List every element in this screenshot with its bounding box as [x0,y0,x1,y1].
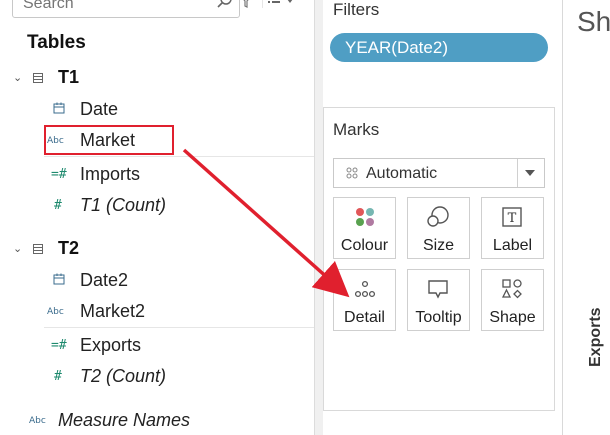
tables-heading: Tables [27,32,86,53]
search-icon[interactable] [216,0,234,10]
filter-pill-year-date2[interactable]: YEAR(Date2) [330,33,548,62]
colour-icon [356,208,374,226]
shape-button-label: Shape [489,309,536,326]
marks-card-label: Marks [333,120,380,139]
calendar-icon [53,102,65,114]
search-input[interactable] [21,0,205,16]
field-t2-count[interactable]: T2 (Count) [80,366,166,387]
size-button-label: Size [422,237,455,254]
filters-shelf-label: Filters [333,0,380,19]
measure-icon: =# [51,167,67,182]
field-date2[interactable]: Date2 [80,270,128,291]
search-box[interactable] [12,0,240,18]
mark-type-value: Automatic [366,165,438,182]
dropdown-divider [517,159,518,187]
sheet-title[interactable]: Sh [577,6,610,38]
count-measure-icon: # [54,369,62,384]
view-options-icon[interactable] [262,0,296,8]
tooltip-button-label: Tooltip [415,309,462,326]
exports-axis-label[interactable]: Exports [587,307,605,367]
detail-button-label: Detail [344,309,385,326]
calendar-icon [53,273,65,285]
data-pane: Tables ⌄ T1 Date Abc Market =# Imports #… [0,0,314,435]
view-divider [562,0,563,435]
detail-icon [354,280,376,298]
string-field-icon: Abc [29,416,46,426]
svg-text:T: T [508,211,517,226]
field-exports[interactable]: Exports [80,335,141,356]
tooltip-icon [428,280,448,299]
table-name-t2[interactable]: T2 [58,238,79,259]
table-icon [33,73,43,83]
marks-card [323,107,555,411]
mark-type-dropdown[interactable] [333,158,545,188]
string-field-icon: Abc [47,307,64,317]
colour-button-label: Colour [340,237,389,254]
divider [44,156,314,157]
table-name-t1[interactable]: T1 [58,67,79,88]
automatic-mark-icon [346,167,358,179]
field-imports[interactable]: Imports [80,164,140,185]
field-market2[interactable]: Market2 [80,301,145,322]
label-button-label: Label [492,237,533,254]
shape-icon [501,279,522,299]
table-icon [33,244,43,254]
collapse-t2-icon[interactable]: ⌄ [13,242,22,255]
label-icon: T [502,207,522,227]
field-t1-count[interactable]: T1 (Count) [80,195,166,216]
field-date[interactable]: Date [80,99,118,120]
size-icon [427,206,449,227]
market-highlight-box [44,125,174,155]
collapse-t1-icon[interactable]: ⌄ [13,71,22,84]
filter-icon[interactable] [239,0,253,8]
pane-splitter[interactable] [314,0,323,435]
measure-icon: =# [51,338,67,353]
divider [44,327,314,328]
chevron-down-icon[interactable] [523,168,537,178]
count-measure-icon: # [54,198,62,213]
field-measure-names[interactable]: Measure Names [58,410,190,431]
